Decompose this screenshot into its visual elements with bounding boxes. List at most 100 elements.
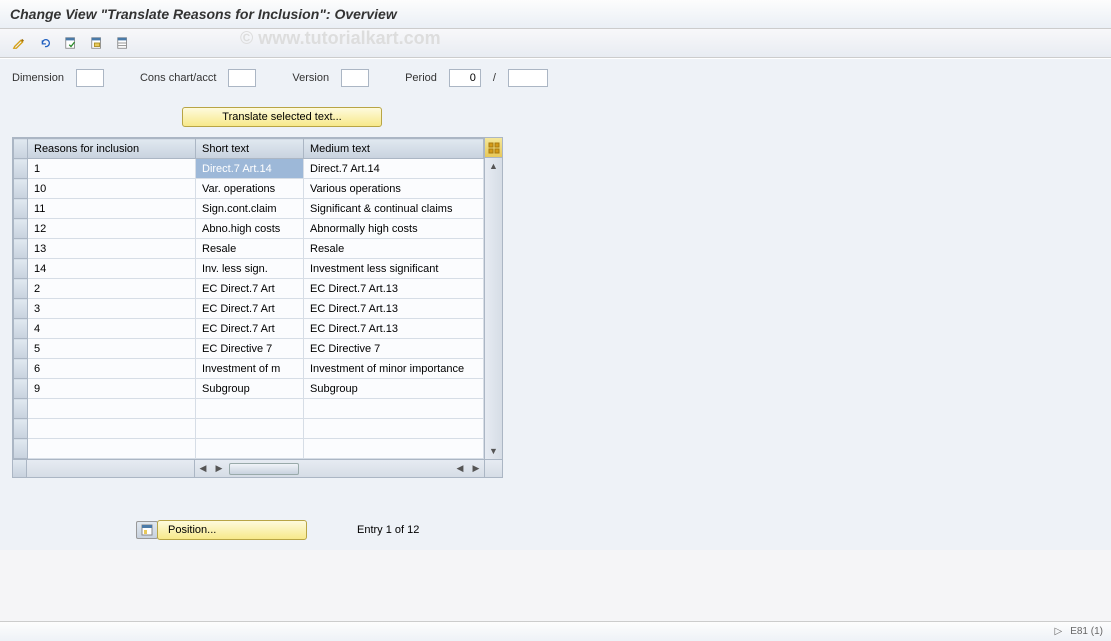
cell-short[interactable]: Subgroup xyxy=(196,379,304,399)
hscroll-right-icon[interactable]: ▶ xyxy=(211,463,227,474)
table-row[interactable] xyxy=(14,419,484,439)
dimension-input[interactable] xyxy=(76,69,104,87)
cell-reason[interactable]: 13 xyxy=(28,239,196,259)
table-row[interactable]: 2EC Direct.7 ArtEC Direct.7 Art.13 xyxy=(14,279,484,299)
select-all-icon[interactable] xyxy=(60,33,82,53)
cell-short[interactable] xyxy=(196,399,304,419)
cell-medium[interactable]: EC Direct.7 Art.13 xyxy=(304,279,484,299)
cell-short[interactable]: Investment of m xyxy=(196,359,304,379)
cell-medium[interactable]: EC Directive 7 xyxy=(304,339,484,359)
cell-reason[interactable] xyxy=(28,399,196,419)
cell-reason[interactable] xyxy=(28,439,196,459)
cell-short[interactable]: EC Directive 7 xyxy=(196,339,304,359)
row-selector[interactable] xyxy=(14,279,28,299)
scroll-down-icon[interactable]: ▼ xyxy=(485,443,502,459)
table-settings-icon[interactable] xyxy=(112,33,134,53)
cell-medium[interactable]: Investment less significant xyxy=(304,259,484,279)
column-reason-header[interactable]: Reasons for inclusion xyxy=(28,139,196,159)
translate-button[interactable]: Translate selected text... xyxy=(182,107,382,127)
cell-medium[interactable] xyxy=(304,439,484,459)
scroll-up-icon[interactable]: ▲ xyxy=(485,158,502,174)
cell-medium[interactable]: Investment of minor importance xyxy=(304,359,484,379)
cell-medium[interactable]: EC Direct.7 Art.13 xyxy=(304,319,484,339)
table-row[interactable]: 5EC Directive 7EC Directive 7 xyxy=(14,339,484,359)
row-selector[interactable] xyxy=(14,419,28,439)
cell-reason[interactable]: 3 xyxy=(28,299,196,319)
table-row[interactable]: 1Direct.7 Art.14Direct.7 Art.14 xyxy=(14,159,484,179)
cell-medium[interactable] xyxy=(304,419,484,439)
row-selector[interactable] xyxy=(14,359,28,379)
table-row[interactable]: 10Var. operationsVarious operations xyxy=(14,179,484,199)
table-row[interactable]: 6Investment of mInvestment of minor impo… xyxy=(14,359,484,379)
column-medium-header[interactable]: Medium text xyxy=(304,139,484,159)
cell-short[interactable]: EC Direct.7 Art xyxy=(196,279,304,299)
cell-reason[interactable]: 12 xyxy=(28,219,196,239)
version-input[interactable] xyxy=(341,69,369,87)
column-selector-header[interactable] xyxy=(14,139,28,159)
table-row[interactable]: 11Sign.cont.claimSignificant & continual… xyxy=(14,199,484,219)
cell-short[interactable]: Sign.cont.claim xyxy=(196,199,304,219)
cell-short[interactable]: Direct.7 Art.14 xyxy=(196,159,304,179)
row-selector[interactable] xyxy=(14,299,28,319)
row-selector[interactable] xyxy=(14,379,28,399)
row-selector[interactable] xyxy=(14,319,28,339)
table-row[interactable] xyxy=(14,439,484,459)
row-selector[interactable] xyxy=(14,159,28,179)
deselect-all-icon[interactable] xyxy=(86,33,108,53)
row-selector[interactable] xyxy=(14,399,28,419)
table-config-icon[interactable] xyxy=(485,138,502,158)
hscroll-thumb[interactable] xyxy=(229,463,299,475)
cell-medium[interactable]: Abnormally high costs xyxy=(304,219,484,239)
horizontal-scrollbar[interactable]: ◀ ▶ ◀ ▶ xyxy=(13,459,502,477)
cell-reason[interactable]: 14 xyxy=(28,259,196,279)
period-input[interactable] xyxy=(449,69,481,87)
cell-short[interactable]: EC Direct.7 Art xyxy=(196,319,304,339)
cell-reason[interactable]: 1 xyxy=(28,159,196,179)
row-selector[interactable] xyxy=(14,179,28,199)
row-selector[interactable] xyxy=(14,199,28,219)
position-icon[interactable] xyxy=(136,521,158,539)
hscroll-left-icon[interactable]: ◀ xyxy=(195,463,211,474)
undo-icon[interactable] xyxy=(34,33,56,53)
cell-medium[interactable]: Various operations xyxy=(304,179,484,199)
cell-medium[interactable]: Resale xyxy=(304,239,484,259)
hscroll-left2-icon[interactable]: ◀ xyxy=(452,463,468,474)
cell-medium[interactable]: Subgroup xyxy=(304,379,484,399)
row-selector[interactable] xyxy=(14,239,28,259)
cell-reason[interactable]: 11 xyxy=(28,199,196,219)
cell-short[interactable]: Abno.high costs xyxy=(196,219,304,239)
table-row[interactable]: 13ResaleResale xyxy=(14,239,484,259)
column-short-header[interactable]: Short text xyxy=(196,139,304,159)
cell-short[interactable] xyxy=(196,419,304,439)
cell-short[interactable]: Resale xyxy=(196,239,304,259)
toggle-display-change-icon[interactable] xyxy=(8,33,30,53)
row-selector[interactable] xyxy=(14,219,28,239)
position-button[interactable]: Position... xyxy=(157,520,307,540)
hscroll-right2-icon[interactable]: ▶ xyxy=(468,463,484,474)
table-row[interactable] xyxy=(14,399,484,419)
scroll-track[interactable] xyxy=(485,174,502,443)
cell-short[interactable]: Inv. less sign. xyxy=(196,259,304,279)
cell-reason[interactable]: 10 xyxy=(28,179,196,199)
cell-reason[interactable]: 2 xyxy=(28,279,196,299)
vertical-scrollbar[interactable]: ▲ ▼ xyxy=(484,138,502,459)
cell-reason[interactable] xyxy=(28,419,196,439)
cell-medium[interactable]: Significant & continual claims xyxy=(304,199,484,219)
cell-medium[interactable]: Direct.7 Art.14 xyxy=(304,159,484,179)
year-input[interactable] xyxy=(508,69,548,87)
row-selector[interactable] xyxy=(14,439,28,459)
cell-short[interactable]: EC Direct.7 Art xyxy=(196,299,304,319)
cell-short[interactable] xyxy=(196,439,304,459)
table-row[interactable]: 9SubgroupSubgroup xyxy=(14,379,484,399)
cell-short[interactable]: Var. operations xyxy=(196,179,304,199)
cell-medium[interactable]: EC Direct.7 Art.13 xyxy=(304,299,484,319)
cell-medium[interactable] xyxy=(304,399,484,419)
cell-reason[interactable]: 4 xyxy=(28,319,196,339)
cell-reason[interactable]: 5 xyxy=(28,339,196,359)
table-row[interactable]: 4EC Direct.7 ArtEC Direct.7 Art.13 xyxy=(14,319,484,339)
cell-reason[interactable]: 9 xyxy=(28,379,196,399)
table-row[interactable]: 3EC Direct.7 ArtEC Direct.7 Art.13 xyxy=(14,299,484,319)
conschart-input[interactable] xyxy=(228,69,256,87)
table-row[interactable]: 14Inv. less sign.Investment less signifi… xyxy=(14,259,484,279)
row-selector[interactable] xyxy=(14,339,28,359)
